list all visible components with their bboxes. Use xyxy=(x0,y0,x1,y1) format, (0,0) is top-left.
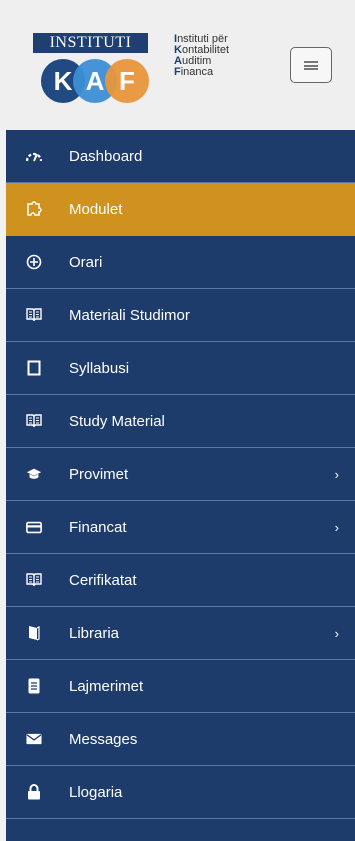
logo-title: INSTITUTI xyxy=(33,33,148,53)
chevron-right-icon: › xyxy=(334,466,339,482)
sidebar-item-libraria[interactable]: Libraria › xyxy=(6,607,355,660)
sidebar-item-study-material[interactable]: Study Material xyxy=(6,395,355,448)
sidebar-item-materiali-studimor[interactable]: Materiali Studimor xyxy=(6,289,355,342)
book-open-icon xyxy=(26,413,42,429)
document-icon xyxy=(26,678,42,694)
sidebar-item-label: Financat xyxy=(69,518,127,536)
book-icon xyxy=(26,625,42,641)
envelope-icon xyxy=(26,731,42,747)
sidebar-item-dashboard[interactable]: Dashboard xyxy=(6,130,355,183)
sidebar: Dashboard Modulet Orari Materiali Studim… xyxy=(6,130,355,841)
graduation-cap-icon xyxy=(26,466,42,482)
sidebar-item-label: Messages xyxy=(69,730,138,748)
sidebar-item-label: Dashboard xyxy=(69,147,143,165)
logo-circle-f: F xyxy=(105,59,149,103)
logo-tagline-line: Financa xyxy=(174,66,214,78)
logo-circles: K A F xyxy=(41,59,161,107)
compass-icon xyxy=(26,254,42,270)
book-open-icon xyxy=(26,307,42,323)
sidebar-item-modulet[interactable]: Modulet xyxy=(6,183,355,236)
sidebar-item-provimet[interactable]: Provimet › xyxy=(6,448,355,501)
sidebar-item-label: Materiali Studimor xyxy=(69,306,190,324)
lock-icon xyxy=(26,784,42,800)
speedometer-icon xyxy=(26,148,42,164)
chevron-right-icon: › xyxy=(334,519,339,535)
sidebar-item-orari[interactable]: Orari xyxy=(6,236,355,289)
menu-toggle-button[interactable] xyxy=(290,47,332,83)
book-open-icon xyxy=(26,572,42,588)
header: INSTITUTI K A F Instituti për Kontabilit… xyxy=(0,0,355,130)
sidebar-item-label: Cerifikatat xyxy=(69,571,137,589)
logo[interactable]: INSTITUTI K A F xyxy=(33,33,149,103)
sidebar-item-label: Llogaria xyxy=(69,783,123,801)
logo-tagline: Instituti për Kontabilitet Auditim Finan… xyxy=(174,34,274,78)
sidebar-item-cerifikatat[interactable]: Cerifikatat xyxy=(6,554,355,607)
sidebar-item-financat[interactable]: Financat › xyxy=(6,501,355,554)
sidebar-item-label: Libraria xyxy=(69,624,120,642)
sidebar-item-label: Syllabusi xyxy=(69,359,130,377)
credit-card-icon xyxy=(26,519,42,535)
puzzle-icon xyxy=(26,201,42,217)
sidebar-item-label: Modulet xyxy=(69,200,123,218)
sidebar-item-lajmerimet[interactable]: Lajmerimet xyxy=(6,660,355,713)
hamburger-icon xyxy=(304,61,318,70)
square-icon xyxy=(26,360,42,376)
sidebar-item-label: Lajmerimet xyxy=(69,677,144,695)
sidebar-item-syllabusi[interactable]: Syllabusi xyxy=(6,342,355,395)
sidebar-item-label: Provimet xyxy=(69,465,129,483)
sidebar-item-messages[interactable]: Messages xyxy=(6,713,355,766)
sidebar-item-label: Orari xyxy=(69,253,103,271)
sidebar-item-llogaria[interactable]: Llogaria xyxy=(6,766,355,819)
chevron-right-icon: › xyxy=(334,625,339,641)
sidebar-item-label: Study Material xyxy=(69,412,165,430)
